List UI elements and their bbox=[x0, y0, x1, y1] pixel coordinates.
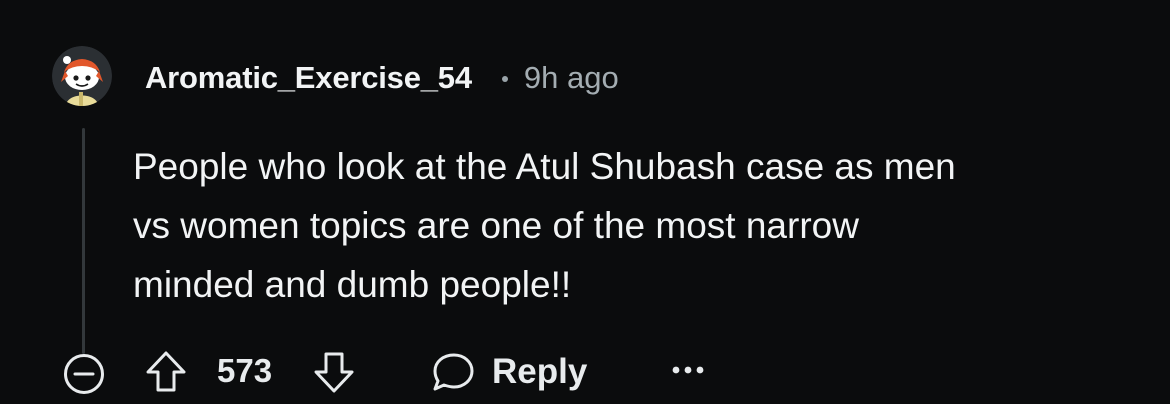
comment-actions: 573 Reply bbox=[0, 340, 1170, 400]
more-dots-icon bbox=[672, 366, 704, 374]
comment-body: People who look at the Atul Shubash case… bbox=[133, 137, 1123, 314]
more-options-button[interactable] bbox=[666, 348, 710, 392]
snoo-avatar-icon bbox=[52, 46, 112, 106]
vote-count: 573 bbox=[217, 352, 273, 389]
minus-circle-icon bbox=[64, 354, 104, 394]
comment-body-line: People who look at the Atul Shubash case… bbox=[133, 146, 956, 187]
downvote-button[interactable] bbox=[306, 346, 362, 398]
collapse-button[interactable] bbox=[58, 348, 110, 400]
avatar[interactable] bbox=[52, 46, 112, 106]
speech-bubble-icon bbox=[433, 353, 474, 391]
arrow-up-icon bbox=[146, 351, 186, 392]
comment-timestamp: 9h ago bbox=[523, 60, 619, 95]
separator-dot bbox=[501, 76, 508, 82]
comment-body-line: vs women topics are one of the most narr… bbox=[133, 205, 859, 246]
thread-line[interactable] bbox=[82, 128, 85, 354]
comment: Aromatic_Exercise_54 9h ago People who l… bbox=[0, 0, 1170, 404]
reply-button[interactable]: Reply bbox=[418, 344, 599, 400]
comment-body-line: minded and dumb people!! bbox=[133, 264, 572, 305]
author-username[interactable]: Aromatic_Exercise_54 bbox=[145, 60, 472, 96]
reply-label: Reply bbox=[492, 352, 588, 391]
arrow-down-icon bbox=[314, 352, 354, 393]
comment-meta: Aromatic_Exercise_54 9h ago bbox=[145, 58, 619, 98]
upvote-button[interactable] bbox=[140, 346, 192, 398]
